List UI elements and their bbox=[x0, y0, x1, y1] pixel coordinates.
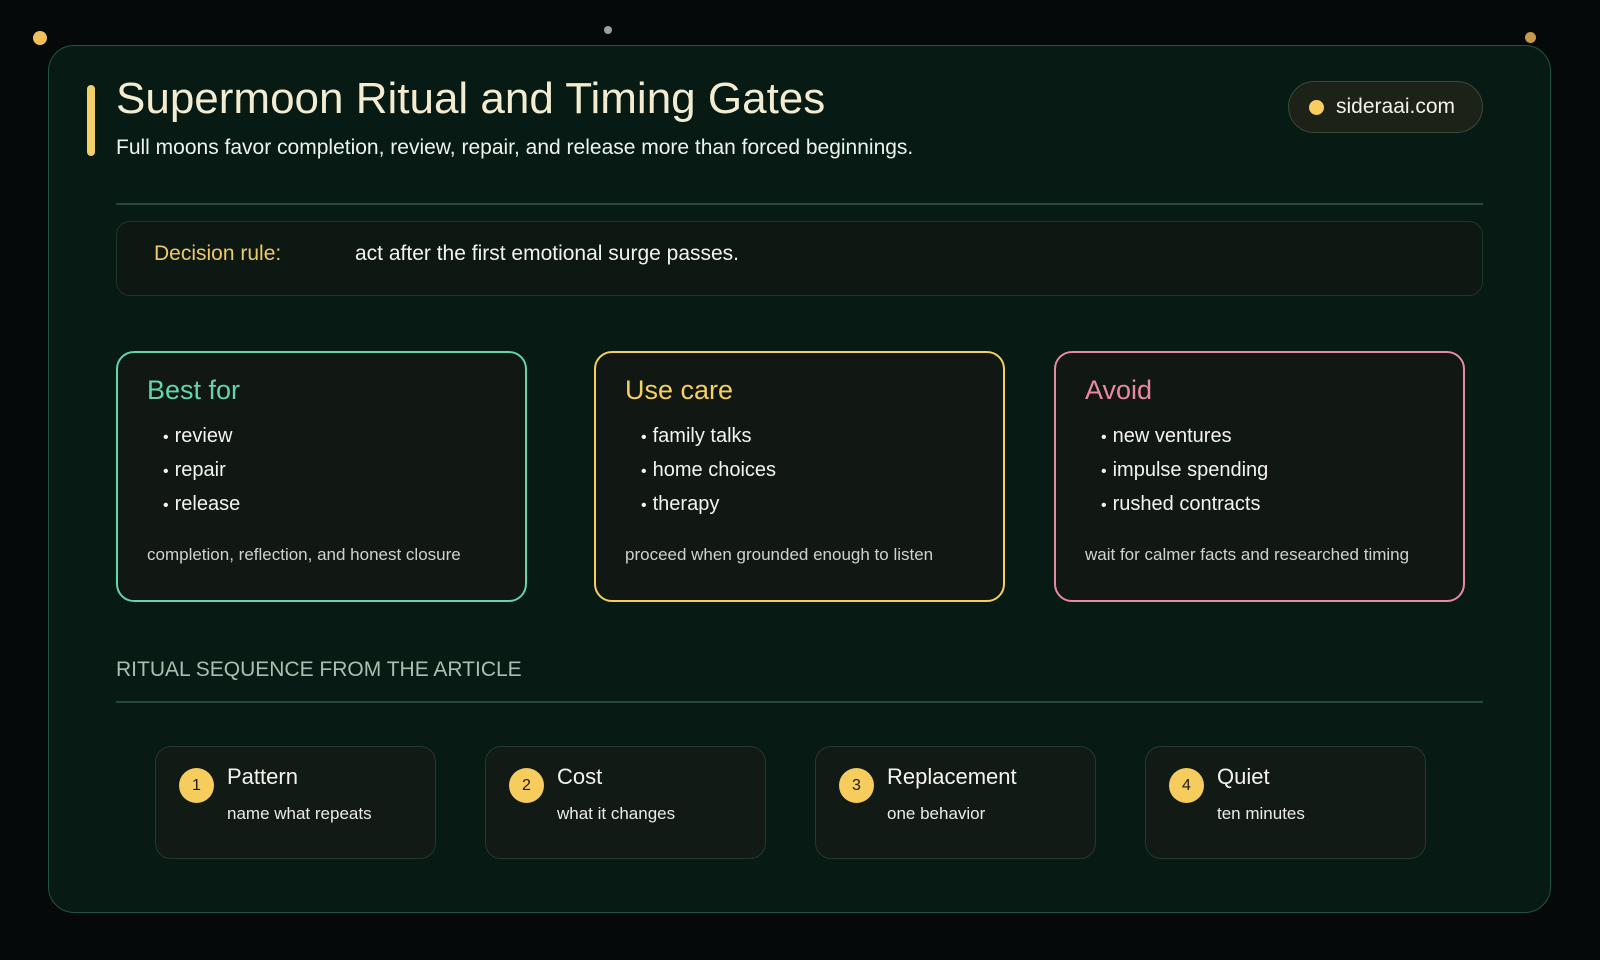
step-number-badge: 4 bbox=[1169, 768, 1204, 803]
top-center-dot bbox=[604, 26, 612, 34]
step-title: Replacement bbox=[887, 764, 1017, 789]
page-subtitle: Full moons favor completion, review, rep… bbox=[116, 136, 914, 159]
card-title: Use care bbox=[625, 375, 734, 405]
step-description: name what repeats bbox=[227, 804, 372, 823]
section-title: RITUAL SEQUENCE FROM THE ARTICLE bbox=[116, 658, 522, 681]
list-item: family talks bbox=[641, 419, 776, 453]
decision-rule-box: Decision rule: act after the first emoti… bbox=[116, 221, 1483, 296]
step-description: one behavior bbox=[887, 804, 986, 823]
list-item: rushed contracts bbox=[1101, 487, 1268, 521]
step-description: ten minutes bbox=[1217, 804, 1305, 823]
card-list: review repair release bbox=[163, 419, 241, 521]
list-item: new ventures bbox=[1101, 419, 1268, 453]
decision-rule-text: act after the first emotional surge pass… bbox=[355, 242, 740, 265]
corner-dot-right bbox=[1525, 32, 1536, 43]
step-quiet: 4 Quiet ten minutes bbox=[1145, 746, 1426, 859]
list-item: repair bbox=[163, 453, 240, 487]
status-dot-icon bbox=[1309, 99, 1324, 115]
decision-rule-label: Decision rule: bbox=[154, 242, 282, 265]
list-item: release bbox=[163, 487, 241, 521]
site-badge-label: sideraai.com bbox=[1336, 95, 1456, 118]
step-title: Quiet bbox=[1217, 764, 1270, 789]
step-replacement: 3 Replacement one behavior bbox=[815, 746, 1096, 859]
step-description: what it changes bbox=[557, 804, 676, 823]
step-number-badge: 2 bbox=[509, 768, 544, 803]
step-number-badge: 1 bbox=[179, 768, 214, 803]
page-title: Supermoon Ritual and Timing Gates bbox=[116, 74, 826, 123]
card-note: completion, reflection, and honest closu… bbox=[147, 545, 461, 564]
card-title: Avoid bbox=[1085, 375, 1153, 405]
card-note: wait for calmer facts and researched tim… bbox=[1085, 545, 1410, 564]
list-item: impulse spending bbox=[1101, 453, 1269, 487]
card-best-for: Best for review repair release completio… bbox=[116, 351, 527, 602]
list-item: review bbox=[163, 419, 240, 453]
section-divider bbox=[116, 701, 1483, 703]
main-panel: Supermoon Ritual and Timing Gates Full m… bbox=[48, 45, 1551, 913]
site-badge[interactable]: sideraai.com bbox=[1288, 81, 1483, 133]
step-pattern: 1 Pattern name what repeats bbox=[155, 746, 436, 859]
step-number-badge: 3 bbox=[839, 768, 874, 803]
step-title: Cost bbox=[557, 764, 603, 789]
card-use-care: Use care family talks home choices thera… bbox=[594, 351, 1005, 602]
step-cost: 2 Cost what it changes bbox=[485, 746, 766, 859]
card-list: new ventures impulse spending rushed con… bbox=[1101, 419, 1269, 521]
step-title: Pattern bbox=[227, 764, 298, 789]
card-avoid: Avoid new ventures impulse spending rush… bbox=[1054, 351, 1465, 602]
card-note: proceed when grounded enough to listen bbox=[625, 545, 934, 564]
corner-dot-left bbox=[33, 31, 47, 45]
list-item: therapy bbox=[641, 487, 776, 521]
title-accent-bar bbox=[87, 85, 95, 156]
list-item: home choices bbox=[641, 453, 776, 487]
header-divider bbox=[116, 203, 1483, 205]
card-list: family talks home choices therapy bbox=[641, 419, 776, 521]
card-title: Best for bbox=[147, 375, 241, 405]
